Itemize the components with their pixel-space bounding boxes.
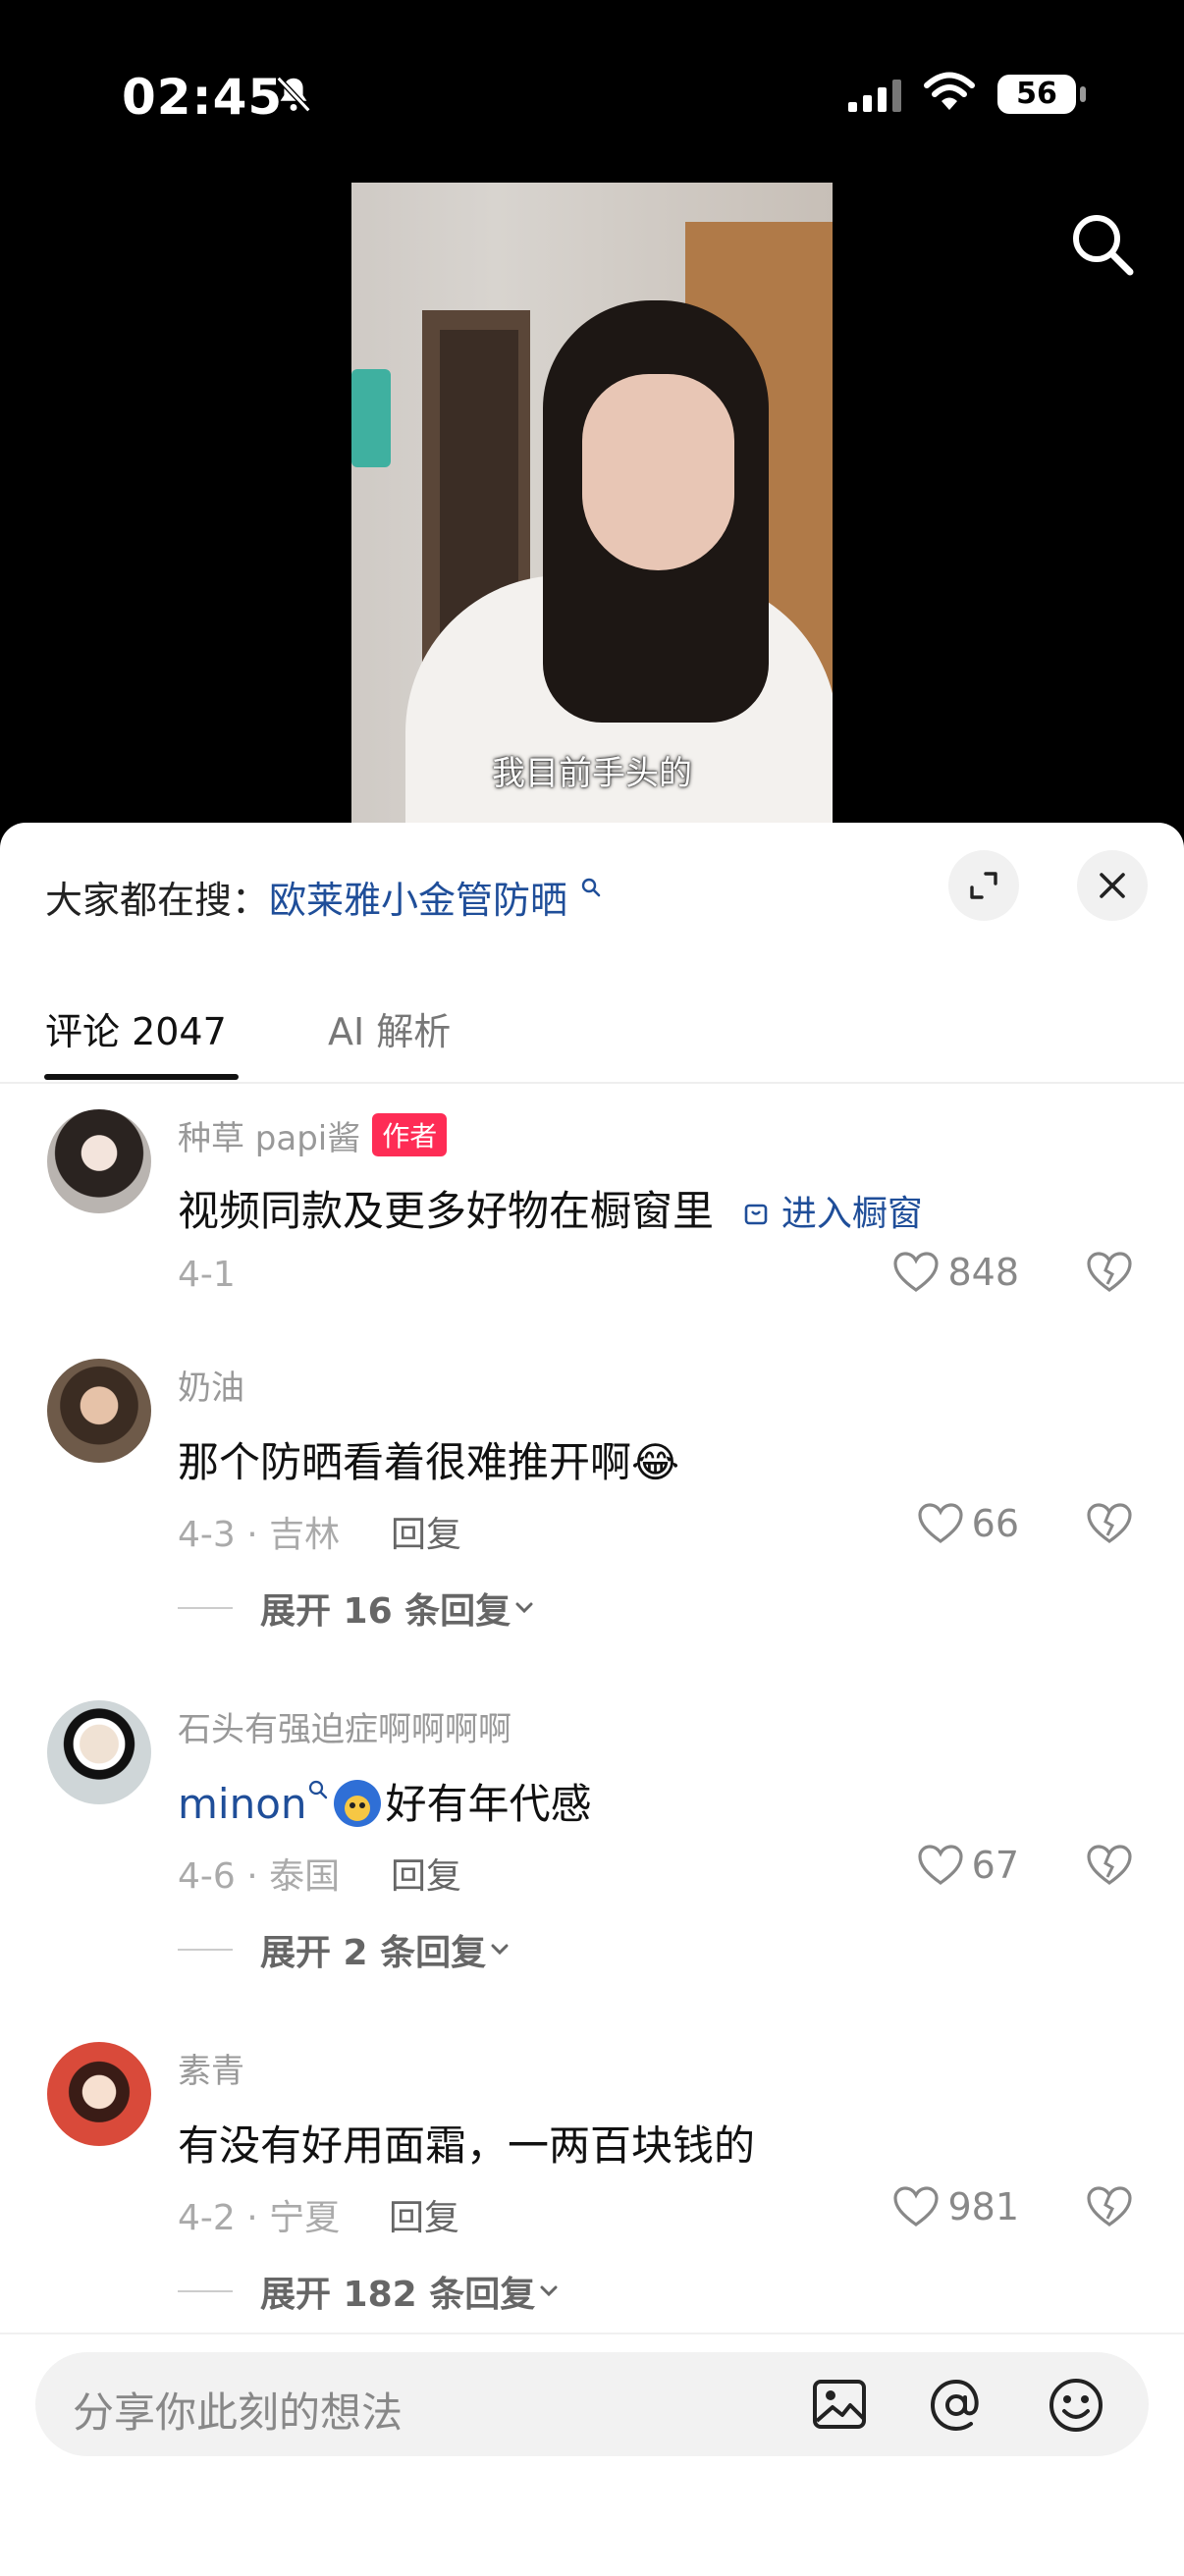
broken-heart-icon[interactable] xyxy=(1086,1502,1133,1549)
video-bottle xyxy=(351,369,391,467)
broken-heart-icon[interactable] xyxy=(1086,2185,1133,2232)
comment-username[interactable]: 种草 papi酱 作者 xyxy=(178,1111,448,1159)
mention-link[interactable]: minon xyxy=(178,1780,329,1828)
like-count: 67 xyxy=(971,1844,1019,1887)
tab-ai-analysis[interactable]: AI 解析 xyxy=(328,1001,451,1055)
expand-divider xyxy=(178,1607,233,1609)
mention-at-icon[interactable] xyxy=(927,2376,986,2439)
reply-button[interactable]: 回复 xyxy=(391,1848,461,1899)
expand-sheet-button[interactable] xyxy=(948,850,1019,921)
expand-replies-button[interactable]: 展开 16 条回复 xyxy=(178,1583,538,1634)
broken-heart-icon[interactable] xyxy=(1086,1844,1133,1891)
status-time: 02:45 xyxy=(122,69,284,126)
like-button[interactable]: 981 xyxy=(892,2185,1019,2228)
comment-username[interactable]: 奶油 xyxy=(178,1361,244,1409)
shop-bag-icon xyxy=(745,1204,768,1225)
shop-window-link-text: 进入橱窗 xyxy=(780,1194,923,1234)
battery-tip xyxy=(1080,86,1086,102)
comment-date: 4-3 · 吉林 xyxy=(178,1515,341,1555)
close-sheet-button[interactable] xyxy=(1077,850,1148,921)
comment-input[interactable]: 分享你此刻的想法 xyxy=(35,2352,1149,2456)
comment-tabs: 评论 2047 AI 解析 xyxy=(0,980,1184,1084)
comment-text: 那个防晒看着很难推开啊😂 xyxy=(178,1438,680,1486)
like-button[interactable]: 848 xyxy=(892,1251,1019,1294)
chevron-down-icon xyxy=(491,1944,509,1956)
silent-bell-icon xyxy=(271,73,316,122)
comment-input-bar: 分享你此刻的想法 xyxy=(0,2333,1184,2576)
chevron-down-icon xyxy=(540,2285,558,2297)
comment-date: 4-6 · 泰国 xyxy=(178,1856,341,1897)
comment-date: 4-2 · 宁夏 xyxy=(178,2198,341,2238)
status-bar: 02:45 56 xyxy=(0,0,1184,187)
reply-button[interactable]: 回复 xyxy=(391,1506,461,1557)
chevron-down-icon xyxy=(515,1602,533,1614)
expand-divider xyxy=(178,2290,233,2292)
like-button[interactable]: 67 xyxy=(917,1844,1019,1887)
search-icon[interactable] xyxy=(1068,210,1137,283)
expand-replies-button[interactable]: 展开 182 条回复 xyxy=(178,2266,563,2317)
wifi-icon xyxy=(923,71,976,116)
sticker-emoji-icon xyxy=(333,1780,381,1827)
expand-replies-button[interactable]: 展开 2 条回复 xyxy=(178,1924,513,1975)
heart-icon xyxy=(893,1252,940,1292)
expand-replies-label: 展开 2 条回复 xyxy=(260,1933,487,1973)
tab-comments[interactable]: 评论 2047 xyxy=(45,1001,227,1055)
like-button[interactable]: 66 xyxy=(917,1502,1019,1545)
avatar[interactable] xyxy=(47,1700,151,1804)
expand-divider xyxy=(178,1949,233,1951)
video-player[interactable]: 我目前手头的 xyxy=(351,183,833,823)
comment-text-body: 视频同款及更多好物在橱窗里 xyxy=(178,1187,715,1235)
mention-search-icon xyxy=(308,1780,327,1799)
active-tab-indicator xyxy=(44,1074,239,1080)
video-person-face xyxy=(582,374,734,570)
comment-text: 视频同款及更多好物在橱窗里 进入橱窗 xyxy=(178,1178,923,1238)
mention-text: minon xyxy=(178,1780,307,1828)
image-icon[interactable] xyxy=(811,2376,868,2437)
heart-icon xyxy=(918,1503,963,1543)
comment-sheet: 大家都在搜：欧莱雅小金管防晒 评论 2047 AI 解析 种草 papi酱 作者 … xyxy=(0,823,1184,2574)
trending-search-icon xyxy=(581,878,601,897)
trending-prefix: 大家都在搜： xyxy=(45,879,270,922)
emoji-icon[interactable] xyxy=(1047,2376,1105,2439)
heart-icon xyxy=(918,1845,963,1885)
trending-query[interactable]: 欧莱雅小金管防晒 xyxy=(269,879,567,922)
shop-window-link[interactable]: 进入橱窗 xyxy=(742,1194,923,1234)
comment-date: 4-1 xyxy=(178,1255,236,1295)
battery-indicator: 56 xyxy=(997,75,1076,114)
comment-username-text: 种草 papi酱 xyxy=(178,1119,361,1158)
comment-text: minon 好有年代感 xyxy=(178,1771,592,1831)
expand-replies-label: 展开 16 条回复 xyxy=(260,1591,511,1632)
author-badge: 作者 xyxy=(372,1113,448,1156)
comment-username[interactable]: 素青 xyxy=(178,2044,244,2092)
reply-button[interactable]: 回复 xyxy=(389,2189,459,2240)
expand-icon xyxy=(970,872,997,899)
trending-search[interactable]: 大家都在搜：欧莱雅小金管防晒 xyxy=(45,870,603,924)
broken-heart-icon[interactable] xyxy=(1086,1251,1133,1298)
avatar[interactable] xyxy=(47,1359,151,1463)
avatar[interactable] xyxy=(47,2042,151,2146)
comment-text-body: 好有年代感 xyxy=(385,1780,592,1828)
video-caption: 我目前手头的 xyxy=(492,754,692,793)
like-count: 66 xyxy=(971,1502,1019,1545)
close-icon xyxy=(1100,873,1125,898)
like-count: 848 xyxy=(947,1251,1019,1294)
cellular-signal-icon xyxy=(846,79,905,118)
comment-username[interactable]: 石头有强迫症啊啊啊啊 xyxy=(178,1702,511,1750)
comment-input-placeholder: 分享你此刻的想法 xyxy=(73,2388,404,2437)
avatar[interactable] xyxy=(47,1109,151,1213)
like-count: 981 xyxy=(947,2185,1019,2228)
comment-text: 有没有好用面霜，一两百块钱的 xyxy=(178,2121,756,2170)
expand-replies-label: 展开 182 条回复 xyxy=(260,2275,536,2315)
heart-icon xyxy=(893,2186,940,2227)
